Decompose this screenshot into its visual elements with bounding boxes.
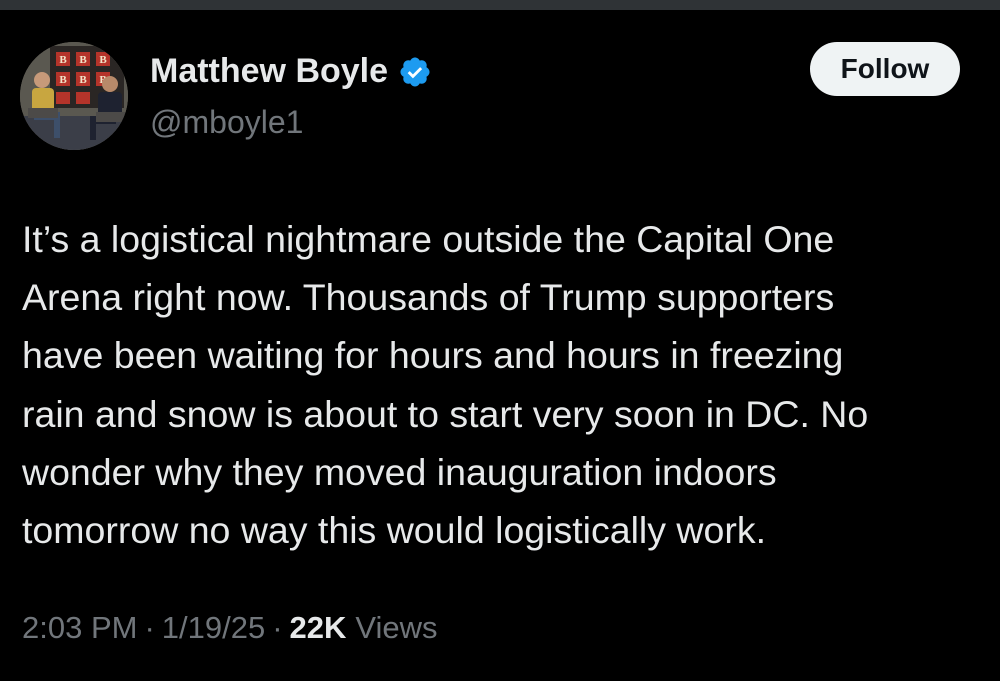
follow-button[interactable]: Follow bbox=[810, 42, 960, 96]
views-label: Views bbox=[355, 610, 438, 645]
meta-separator: · bbox=[144, 610, 155, 645]
views-count: 22K bbox=[289, 610, 347, 645]
meta-separator: · bbox=[272, 610, 283, 645]
author-name-row: Matthew Boyle bbox=[150, 52, 432, 91]
tweet-time[interactable]: 2:03 PM bbox=[22, 610, 137, 646]
avatar[interactable]: B B B B B B bbox=[20, 42, 128, 150]
tweet-text-line: tomorrow no way this would logistically … bbox=[22, 509, 767, 552]
tweet-text-line: rain and snow is about to start very soo… bbox=[22, 392, 869, 435]
svg-text:B: B bbox=[59, 74, 67, 86]
tweet-text-line: wonder why they moved inauguration indoo… bbox=[22, 450, 777, 493]
tweet-text-line: Arena right now. Thousands of Trump supp… bbox=[22, 276, 835, 319]
top-divider bbox=[0, 0, 1000, 10]
avatar-photo: B B B B B B bbox=[20, 42, 128, 150]
svg-text:B: B bbox=[99, 54, 107, 66]
svg-text:B: B bbox=[79, 54, 87, 66]
svg-text:B: B bbox=[59, 54, 67, 66]
tweet-date[interactable]: 1/19/25 bbox=[162, 610, 265, 646]
tweet-text-line: It’s a logistical nightmare outside the … bbox=[22, 218, 835, 260]
verified-badge-icon bbox=[398, 55, 432, 89]
tweet-text-line: have been waiting for hours and hours in… bbox=[22, 334, 844, 377]
tweet-meta: 2:03 PM · 1/19/25 · 22K Views bbox=[22, 610, 438, 646]
author-display-name[interactable]: Matthew Boyle bbox=[150, 52, 388, 91]
tweet-card: B B B B B B Matthew Boyle @mboyle1 Follo… bbox=[0, 10, 1000, 681]
tweet-text: It’s a logistical nightmare outside the … bbox=[22, 210, 982, 559]
author-handle[interactable]: @mboyle1 bbox=[150, 104, 303, 141]
svg-text:B: B bbox=[79, 74, 87, 86]
